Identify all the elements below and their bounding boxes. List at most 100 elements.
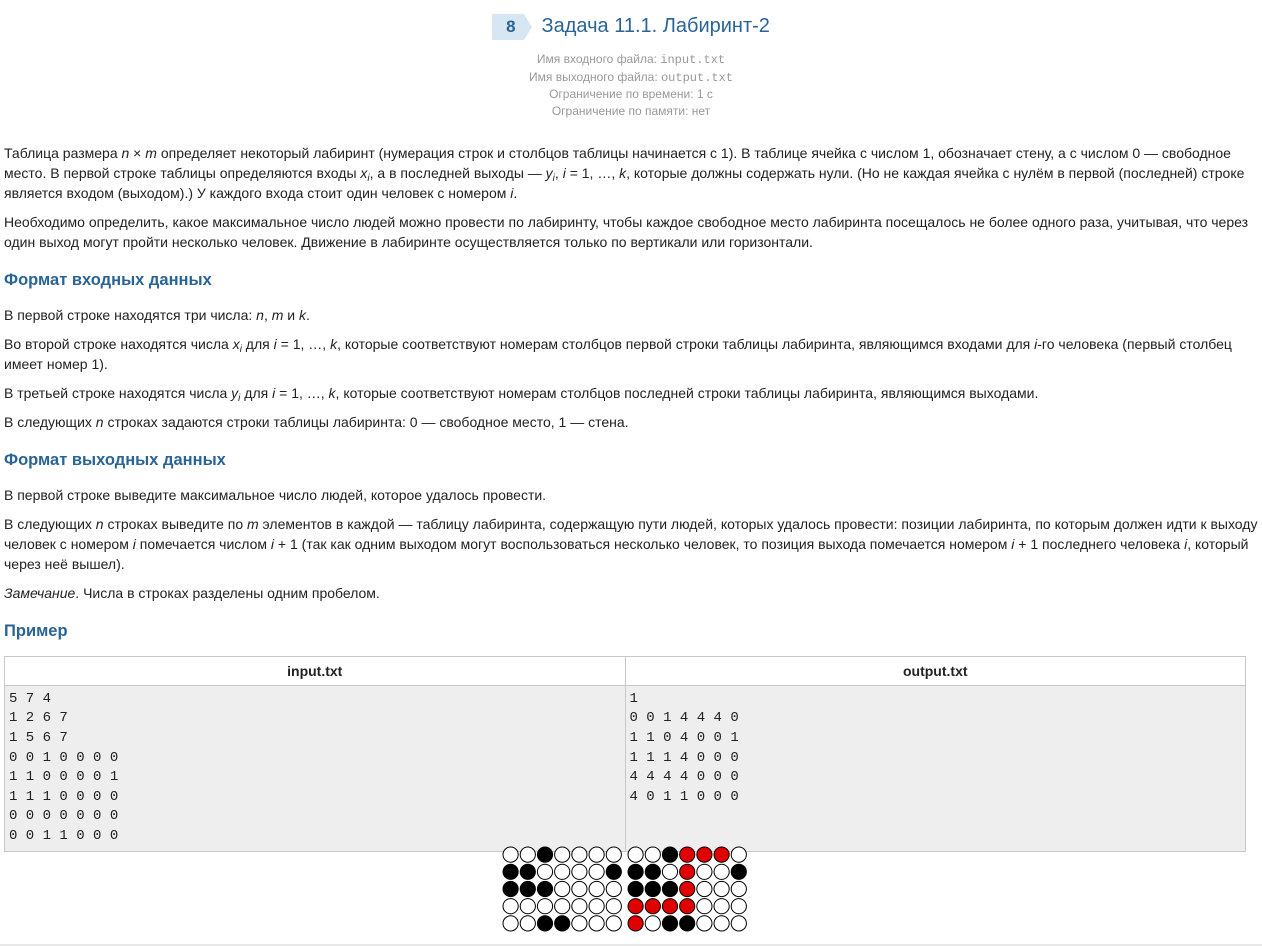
maze-input-cell bbox=[502, 880, 519, 898]
maze-output-cell bbox=[696, 880, 713, 898]
maze-input-cell bbox=[536, 846, 554, 863]
maze-output-cell bbox=[730, 898, 747, 915]
maze-input-cell bbox=[588, 863, 605, 880]
input-file-name: input.txt bbox=[660, 53, 726, 67]
maze-output-cell bbox=[730, 863, 747, 880]
time-limit: Ограничение по времени: 1 с bbox=[549, 87, 713, 102]
maze-input-cell bbox=[502, 863, 519, 880]
maze-illustration-svg bbox=[502, 846, 747, 932]
memory-limit: Ограничение по памяти: нет bbox=[551, 104, 711, 119]
example-input-header: input.txt bbox=[4, 655, 626, 686]
maze-input-cell bbox=[519, 880, 536, 898]
maze-output-cell bbox=[627, 846, 644, 863]
maze-input-cell bbox=[571, 880, 588, 898]
statement-paragraph-2: Необходимо определить, какое максимально… bbox=[4, 213, 1249, 250]
maze-input-cell bbox=[588, 880, 605, 898]
maze-output-cell bbox=[644, 880, 661, 898]
problem-number-badge: 8 bbox=[492, 13, 533, 40]
maze-input-cell bbox=[605, 846, 622, 863]
maze-input-cell bbox=[554, 898, 571, 915]
example-output-text: 1 0 0 1 4 4 4 0 1 1 0 4 0 0 1 1 1 1 4 0 … bbox=[629, 690, 739, 805]
maze-input-cell bbox=[605, 880, 622, 898]
output-format-paragraph-1: В первой строке выведите максимальное чи… bbox=[4, 486, 547, 503]
maze-input-cell bbox=[605, 915, 622, 932]
maze-input-cell bbox=[519, 863, 536, 880]
maze-output-cell bbox=[679, 863, 696, 880]
maze-input-cell bbox=[536, 898, 554, 915]
maze-input-cell bbox=[588, 898, 605, 915]
problem-meta: Имя входного файла: input.txt Имя выходн… bbox=[0, 51, 1262, 120]
problem-header: 8 Задача 11.1. Лабиринт-2 Имя входного ф… bbox=[0, 0, 1262, 120]
output-format-heading: Формат выходных данных bbox=[4, 450, 226, 469]
maze-output-cell bbox=[627, 880, 644, 898]
maze-input-cell bbox=[571, 898, 588, 915]
input-format-paragraph-2: Во второй строке находятся числа xi для … bbox=[4, 335, 1232, 372]
note-label: Замечание bbox=[4, 584, 76, 601]
maze-output-cell bbox=[679, 915, 696, 932]
maze-input-cell bbox=[554, 915, 571, 932]
maze-output-cell bbox=[679, 898, 696, 915]
maze-output-cell bbox=[730, 915, 747, 932]
input-format-heading: Формат входных данных bbox=[4, 270, 212, 289]
maze-input-cell bbox=[588, 915, 605, 932]
maze-output-cell bbox=[713, 898, 730, 915]
maze-input-cell bbox=[554, 863, 571, 880]
example-table: input.txt output.txt 5 7 4 1 2 6 7 1 5 6… bbox=[4, 655, 1246, 852]
maze-output-cell bbox=[696, 846, 713, 863]
example-input-text: 5 7 4 1 2 6 7 1 5 6 7 0 0 1 0 0 0 0 1 1 … bbox=[9, 690, 119, 844]
maze-output-cell bbox=[661, 915, 679, 932]
maze-input-cell bbox=[502, 898, 519, 915]
maze-output-cell bbox=[696, 898, 713, 915]
problem-title: Задача 11.1. Лабиринт-2 bbox=[541, 15, 770, 37]
maze-output-cell bbox=[713, 915, 730, 932]
output-file-info: Имя выходного файла: output.txt bbox=[528, 69, 733, 85]
title-row: 8 Задача 11.1. Лабиринт-2 bbox=[492, 13, 770, 40]
output-file-name: output.txt bbox=[660, 70, 733, 85]
maze-output-cell bbox=[644, 898, 661, 915]
maze-output-cell bbox=[661, 880, 679, 898]
maze-input-cell bbox=[588, 846, 605, 863]
output-format-paragraph-2: В следующих n строках выведите по m элем… bbox=[4, 515, 1258, 572]
maze-output-cell bbox=[627, 898, 644, 915]
maze-output-cell bbox=[644, 846, 661, 863]
example-heading: Пример bbox=[4, 621, 68, 640]
maze-input-cell bbox=[502, 915, 519, 932]
note-paragraph: Замечание. Числа в строках разделены одн… bbox=[4, 584, 380, 601]
maze-output-cell bbox=[661, 846, 679, 863]
maze-input-cell bbox=[554, 846, 571, 863]
maze-output-cell bbox=[627, 915, 644, 932]
maze-output-cell bbox=[696, 863, 713, 880]
maze-output-cell bbox=[713, 880, 730, 898]
maze-output-cell bbox=[713, 863, 730, 880]
maze-input-cell bbox=[605, 863, 622, 880]
maze-output-cell bbox=[661, 863, 679, 880]
example-output-cell: 1 0 0 1 4 4 4 0 1 1 0 4 0 0 1 1 1 1 4 0 … bbox=[624, 684, 1246, 852]
maze-output-cell bbox=[679, 880, 696, 898]
maze-output-cell bbox=[713, 846, 730, 863]
maze-output-cell bbox=[661, 898, 679, 915]
problem-content: Таблица размера n × m определяет некотор… bbox=[0, 143, 1262, 852]
maze-input-cell bbox=[519, 846, 536, 863]
maze-input-cell bbox=[536, 915, 554, 932]
maze-output-cell bbox=[679, 846, 696, 863]
maze-output-cell bbox=[644, 863, 661, 880]
maze-output-cell bbox=[730, 880, 747, 898]
input-format-paragraph-1: В первой строке находятся три числа: n, … bbox=[4, 306, 310, 323]
maze-input-cell bbox=[536, 880, 554, 898]
maze-input-cell bbox=[605, 898, 622, 915]
maze-input-cell bbox=[519, 898, 536, 915]
maze-output-cell bbox=[644, 915, 661, 932]
maze-input-cell bbox=[502, 846, 519, 863]
maze-output-cell bbox=[730, 846, 747, 863]
maze-output-cell bbox=[696, 915, 713, 932]
maze-input-cell bbox=[554, 880, 571, 898]
example-input-cell: 5 7 4 1 2 6 7 1 5 6 7 0 0 1 0 0 0 0 1 1 … bbox=[4, 684, 626, 852]
maze-input-cell bbox=[536, 863, 554, 880]
maze-illustration bbox=[502, 846, 748, 937]
input-file-info: Имя входного файла: input.txt bbox=[536, 52, 726, 67]
maze-input-cell bbox=[571, 915, 588, 932]
maze-input-cell bbox=[571, 863, 588, 880]
maze-output-cell bbox=[627, 863, 644, 880]
maze-input-cell bbox=[571, 846, 588, 863]
input-format-paragraph-4: В следующих n строках задаются строки та… bbox=[4, 413, 629, 430]
